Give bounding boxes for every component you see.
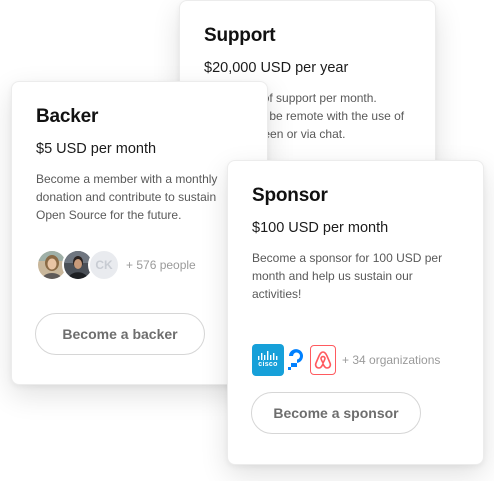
- digitalocean-logo-icon[interactable]: [286, 345, 308, 375]
- sponsor-organizations-row: cisco + 34 organizations: [252, 343, 483, 377]
- backer-description: Become a member with a monthly donation …: [36, 172, 218, 222]
- airbnb-belo-icon: [314, 351, 332, 369]
- cisco-logo-icon[interactable]: cisco: [252, 344, 284, 376]
- backer-title: Backer: [36, 106, 99, 127]
- pricing-tiers-stage: Support $20,000 USD per year Up to 2hrs …: [0, 0, 494, 481]
- sponsor-title: Sponsor: [252, 185, 328, 206]
- backer-avatar-3[interactable]: CK: [88, 249, 120, 281]
- sponsor-count: + 34 organizations: [342, 353, 441, 367]
- sponsor-price: $100 USD per month: [252, 220, 389, 236]
- backer-count: + 576 people: [126, 258, 196, 272]
- become-sponsor-button[interactable]: Become a sponsor: [251, 392, 421, 434]
- sponsor-tier-card: Sponsor $100 USD per month Become a spon…: [227, 160, 484, 465]
- support-title: Support: [204, 25, 276, 46]
- backer-price: $5 USD per month: [36, 141, 157, 157]
- airbnb-logo-icon[interactable]: [310, 345, 336, 375]
- sponsor-description: Become a sponsor for 100 USD per month a…: [252, 251, 443, 301]
- cisco-logo-text: cisco: [258, 361, 278, 368]
- support-price: $20,000 USD per year: [204, 60, 349, 76]
- digitalocean-mark-icon: [288, 349, 303, 370]
- cisco-bars-icon: [258, 351, 278, 360]
- become-backer-button[interactable]: Become a backer: [35, 313, 205, 355]
- avatar-initials-text: CK: [95, 258, 113, 272]
